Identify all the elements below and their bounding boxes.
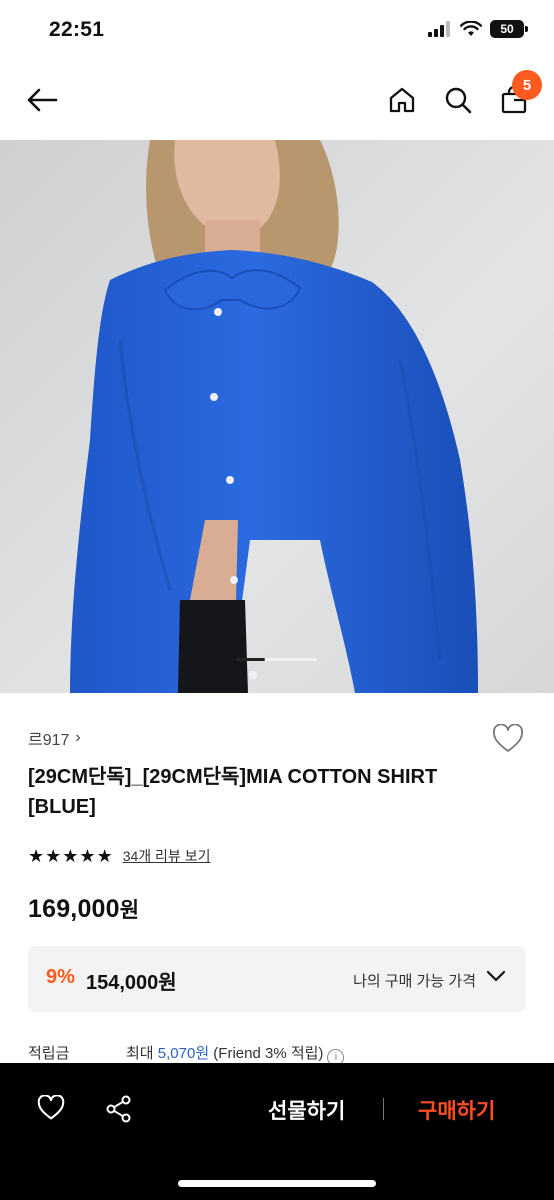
rating-row: ★ ★ ★ ★ ★ 34개 리뷰 보기 [28, 846, 210, 866]
brand-chevron-icon: › [75, 729, 81, 746]
wishlist-button[interactable] [490, 722, 526, 756]
gallery-indicator [237, 658, 317, 661]
heart-icon [492, 724, 524, 752]
app-header: 5 [0, 60, 554, 140]
back-arrow-icon [27, 88, 58, 112]
bottom-action-bar: 선물하기 구매하기 [0, 1063, 554, 1200]
buy-button[interactable]: 구매하기 [418, 1095, 495, 1125]
brand-link[interactable]: 르917 › [28, 726, 81, 750]
points-amount: 5,070원 [157, 1045, 210, 1062]
star-icon: ★ [28, 846, 45, 866]
points-label: 적립금 [28, 1045, 70, 1062]
signal-icon [428, 21, 450, 37]
star-icon: ★ [79, 846, 96, 866]
status-icons: 50 [428, 20, 528, 38]
cart-count-badge: 5 [512, 70, 542, 100]
search-icon [445, 87, 472, 114]
product-photo [0, 140, 554, 693]
share-icon [106, 1095, 131, 1123]
wifi-icon [460, 21, 482, 36]
search-button[interactable] [438, 80, 478, 120]
back-button[interactable] [22, 80, 62, 120]
points-note: (Friend 3% 적립) [213, 1045, 324, 1062]
rating-stars: ★ ★ ★ ★ ★ [28, 847, 113, 865]
bottom-divider [383, 1098, 384, 1120]
home-icon [389, 87, 415, 113]
star-icon: ★ [96, 846, 113, 866]
my-price-label: 나의 구매 가능 가격 [353, 973, 476, 990]
battery-indicator: 50 [490, 20, 528, 38]
home-button[interactable] [382, 80, 422, 120]
share-button[interactable] [104, 1093, 134, 1125]
home-indicator [178, 1180, 376, 1187]
discount-percent: 9% [46, 966, 75, 988]
gift-button[interactable]: 선물하기 [268, 1095, 345, 1125]
product-image[interactable] [0, 140, 554, 693]
chevron-down-icon [486, 970, 506, 982]
star-icon: ★ [45, 846, 62, 866]
heart-icon [37, 1095, 65, 1120]
status-time: 22:51 [49, 18, 105, 41]
discount-price: 154,000원 [86, 972, 177, 994]
product-price: 169,000 원 [28, 894, 139, 924]
discount-price-box[interactable]: 9% 154,000원 나의 구매 가능 가격 [28, 946, 526, 1012]
brand-name: 르917 [28, 732, 70, 749]
star-icon: ★ [62, 846, 79, 866]
bottom-wishlist-button[interactable] [34, 1093, 68, 1123]
status-bar: 22:51 50 [0, 0, 554, 60]
points-value: 최대 5,070원 (Friend 3% 적립) i [126, 1042, 345, 1066]
product-title: [29CM단독]_[29CM단독]MIA COTTON SHIRT [BLUE] [28, 766, 438, 818]
points-prefix: 최대 [126, 1045, 154, 1062]
cart-button[interactable]: 5 [494, 70, 542, 120]
gallery-indicator-fill [237, 658, 265, 661]
price-unit: 원 [119, 899, 140, 922]
review-link[interactable]: 34개 리뷰 보기 [123, 846, 211, 866]
price-value: 169,000 [28, 895, 120, 923]
